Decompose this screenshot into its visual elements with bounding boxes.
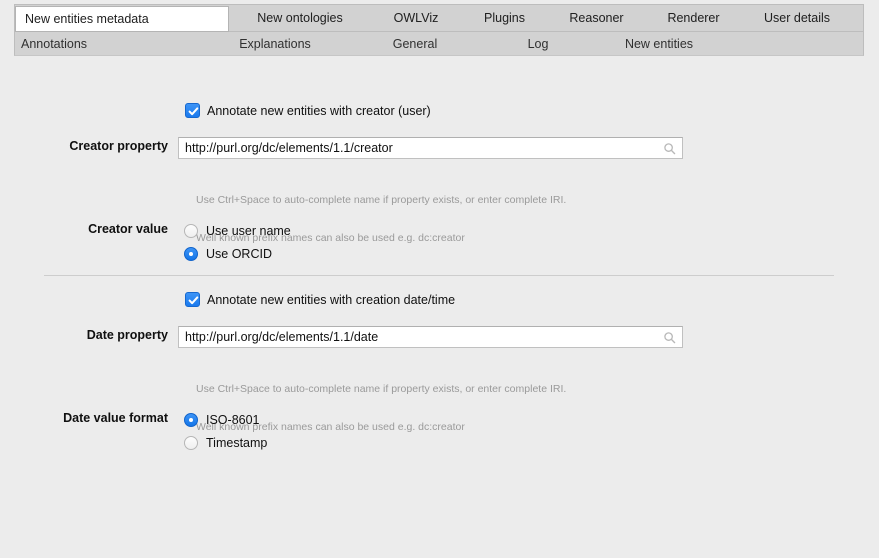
subtab-explanations[interactable]: Explanations	[201, 37, 349, 51]
tab-label: New ontologies	[257, 11, 343, 25]
creator-property-label: Creator property	[69, 139, 168, 153]
section-divider	[44, 275, 834, 276]
date-property-value: http://purl.org/dc/elements/1.1/date	[185, 330, 379, 344]
tab-reasoner[interactable]: Reasoner	[548, 5, 645, 31]
creator-value-label: Creator value	[88, 222, 168, 236]
annotate-date-label: Annotate new entities with creation date…	[207, 292, 456, 307]
date-format-option-label: ISO-8601	[206, 412, 260, 427]
annotate-date-checkbox-row[interactable]: Annotate new entities with creation date…	[185, 292, 455, 307]
tab-renderer[interactable]: Renderer	[645, 5, 742, 31]
tab-label: Reasoner	[569, 11, 624, 25]
date-value-format-radio-group: ISO-8601 Timestamp	[184, 408, 267, 454]
annotate-creator-checkbox[interactable]	[185, 103, 200, 118]
tab-owlviz[interactable]: OWLViz	[371, 5, 461, 31]
date-format-option-iso8601[interactable]: ISO-8601	[184, 408, 267, 431]
primary-tab-bar: New entities metadata New ontologies OWL…	[14, 4, 864, 32]
annotate-creator-checkbox-row[interactable]: Annotate new entities with creator (user…	[185, 103, 431, 118]
creator-property-input[interactable]: http://purl.org/dc/elements/1.1/creator	[178, 137, 683, 159]
radio-button[interactable]	[184, 223, 198, 238]
subtab-label: General	[392, 36, 438, 51]
subtab-label: Log	[527, 36, 549, 51]
creator-value-option-label: Use user name	[206, 223, 291, 238]
date-property-input[interactable]: http://purl.org/dc/elements/1.1/date	[178, 326, 683, 348]
subtab-annotations[interactable]: Annotations	[15, 37, 201, 51]
tab-label: Plugins	[484, 11, 525, 25]
radio-button[interactable]	[184, 412, 198, 427]
creator-value-option-label: Use ORCID	[206, 246, 272, 261]
subtab-label: Annotations	[21, 36, 88, 51]
annotate-date-checkbox[interactable]	[185, 292, 200, 307]
tab-new-ontologies[interactable]: New ontologies	[229, 5, 371, 31]
date-format-option-timestamp[interactable]: Timestamp	[184, 431, 267, 454]
tab-plugins[interactable]: Plugins	[461, 5, 548, 31]
date-format-option-label: Timestamp	[206, 435, 268, 450]
subtab-general[interactable]: General	[349, 37, 481, 51]
radio-button[interactable]	[184, 246, 198, 261]
creator-value-radio-group: Use user name Use ORCID	[184, 219, 291, 265]
tab-label: OWLViz	[393, 11, 439, 25]
creator-value-option-orcid[interactable]: Use ORCID	[184, 242, 291, 265]
search-icon[interactable]	[662, 141, 676, 155]
tab-label: Renderer	[667, 11, 720, 25]
subtab-new-entities[interactable]: New entities	[595, 37, 723, 51]
creator-value-option-username[interactable]: Use user name	[184, 219, 291, 242]
search-icon[interactable]	[662, 330, 676, 344]
preferences-form: Annotate new entities with creator (user…	[0, 56, 879, 558]
subtab-label: Explanations	[239, 36, 311, 51]
subtab-label: New entities	[624, 36, 694, 51]
creator-property-value: http://purl.org/dc/elements/1.1/creator	[185, 141, 393, 155]
subtab-log[interactable]: Log	[481, 37, 595, 51]
date-hint-line-1: Use Ctrl+Space to auto-complete name if …	[196, 383, 567, 395]
secondary-tab-bar: Annotations Explanations General Log New…	[14, 32, 864, 56]
date-property-label: Date property	[86, 328, 168, 342]
date-value-format-label: Date value format	[63, 411, 168, 425]
tab-user-details[interactable]: User details	[742, 5, 852, 31]
tab-label: New entities metadata	[25, 12, 149, 26]
tab-new-entities-metadata[interactable]: New entities metadata	[15, 6, 229, 32]
tab-label: User details	[764, 11, 830, 25]
radio-button[interactable]	[184, 435, 198, 450]
annotate-creator-label: Annotate new entities with creator (user…	[207, 103, 431, 118]
creator-hint-line-1: Use Ctrl+Space to auto-complete name if …	[196, 194, 567, 206]
